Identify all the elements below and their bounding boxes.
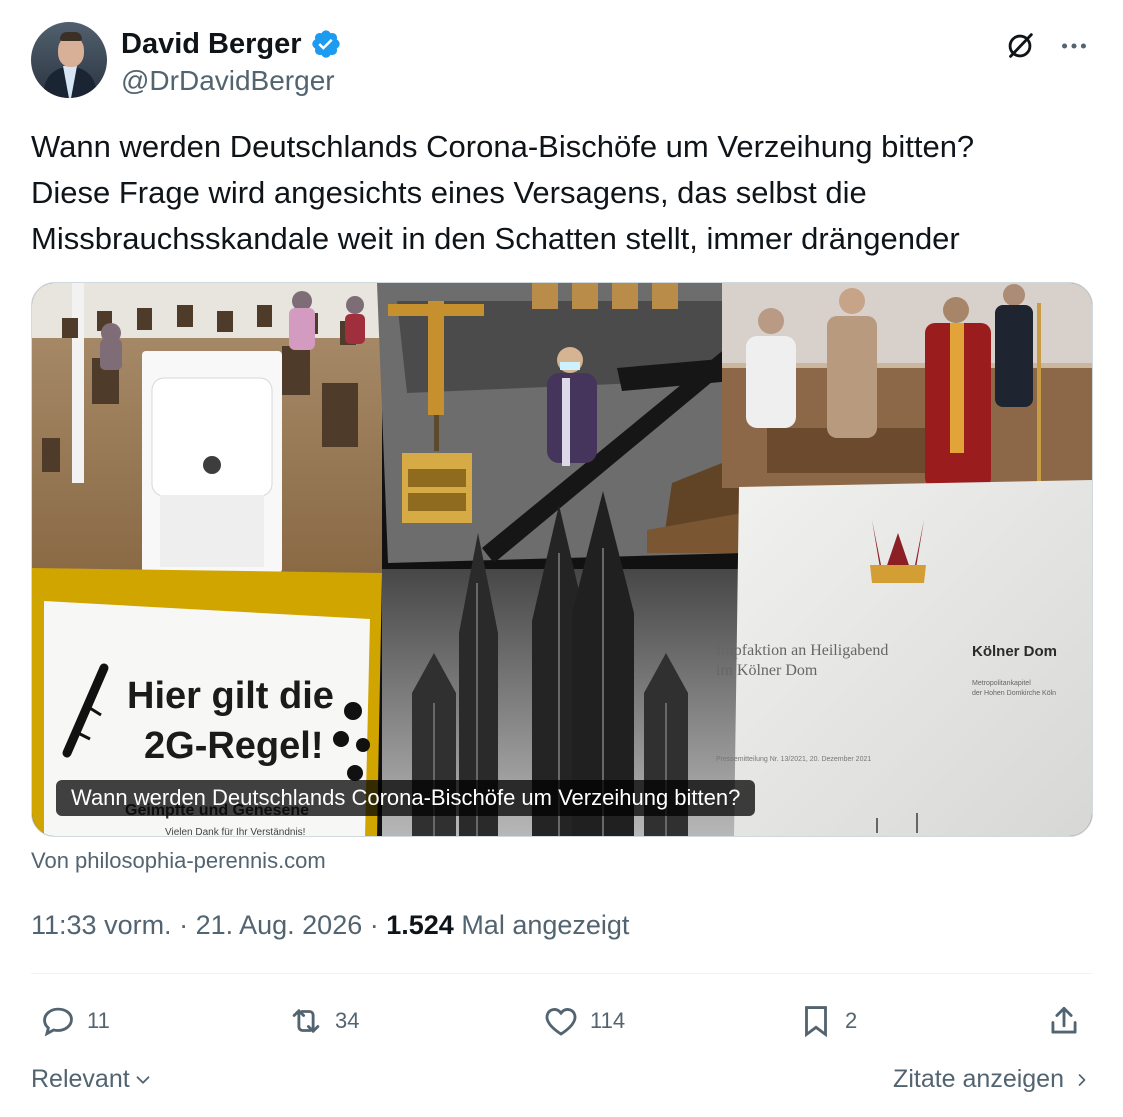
retweet-count: 34 bbox=[335, 1008, 360, 1033]
like-button[interactable]: 114 bbox=[542, 1000, 625, 1042]
grok-icon bbox=[1008, 33, 1033, 58]
retweet-button[interactable]: 34 bbox=[287, 1000, 359, 1042]
show-quotes-link[interactable]: Zitate anzeigen bbox=[893, 1065, 1092, 1094]
show-quotes-label: Zitate anzeigen bbox=[893, 1065, 1064, 1093]
reply-icon bbox=[43, 1007, 73, 1037]
top-actions bbox=[1002, 28, 1092, 64]
meta-separator-2: · bbox=[362, 910, 387, 940]
press-release-photo: Impfaktion an Heiligabend im Kölner Dom … bbox=[716, 480, 1092, 836]
card-title-overlay: Wann werden Deutschlands Corona-Bischöfe… bbox=[56, 780, 756, 816]
grok-button[interactable] bbox=[1002, 28, 1038, 64]
sign-line-1: Hier gilt die bbox=[127, 675, 334, 717]
bookmark-button[interactable]: 2 bbox=[797, 1000, 857, 1042]
press-brand: Kölner Dom bbox=[972, 643, 1057, 660]
author-name-row: David Berger bbox=[121, 28, 342, 60]
tweet-time[interactable]: 11:33 vorm. bbox=[31, 910, 172, 940]
bookmark-count: 2 bbox=[845, 1008, 858, 1033]
relevance-dropdown[interactable]: Relevant bbox=[31, 1065, 154, 1094]
sign-line-4: Vielen Dank für Ihr Verständnis! bbox=[165, 827, 305, 837]
heart-icon bbox=[545, 1008, 577, 1036]
view-label: Mal angezeigt bbox=[453, 910, 630, 940]
press-sub-1: Metropolitankapitel bbox=[972, 680, 1031, 687]
share-button[interactable] bbox=[1045, 1000, 1083, 1042]
tweet-date[interactable]: 21. Aug. 2026 bbox=[196, 910, 363, 940]
link-card[interactable]: Hier gilt die 2G-Regel! Geimpfte und Gen… bbox=[31, 282, 1093, 837]
relevance-label: Relevant bbox=[31, 1065, 130, 1093]
card-image: Hier gilt die 2G-Regel! Geimpfte und Gen… bbox=[32, 283, 1092, 837]
church-photo bbox=[722, 283, 1092, 488]
avatar[interactable] bbox=[31, 22, 107, 98]
tweet-header: David Berger @DrDavidBerger bbox=[31, 22, 1092, 100]
share-icon bbox=[1051, 1006, 1077, 1034]
verified-badge-icon[interactable] bbox=[310, 28, 342, 60]
chevron-right-icon bbox=[1078, 1073, 1086, 1086]
press-title-line-2: im Kölner Dom bbox=[716, 662, 818, 679]
divider bbox=[31, 973, 1092, 974]
more-options-button[interactable] bbox=[1056, 28, 1092, 64]
reply-button[interactable]: 11 bbox=[39, 1000, 110, 1042]
chevron-down-icon bbox=[136, 1075, 150, 1084]
view-count: 1.524 bbox=[386, 910, 454, 940]
reply-count: 11 bbox=[87, 1008, 110, 1033]
author-handle[interactable]: @DrDavidBerger bbox=[121, 66, 335, 96]
press-date: Pressemitteilung Nr. 13/2021, 20. Dezemb… bbox=[716, 756, 871, 763]
tweet-actions: 11 34 114 2 bbox=[31, 1000, 1092, 1042]
avatar-hair bbox=[60, 32, 82, 41]
bookmark-icon bbox=[805, 1006, 827, 1038]
press-sub-2: der Hohen Domkirche Köln bbox=[972, 690, 1056, 697]
author-display-name[interactable]: David Berger bbox=[121, 30, 302, 59]
tweet-meta: 11:33 vorm. · 21. Aug. 2026 · 1.524 Mal … bbox=[31, 908, 629, 942]
tweet-card: David Berger @DrDavidBerger Wann werden … bbox=[0, 0, 1123, 1117]
tweet-footer: Relevant Zitate anzeigen bbox=[31, 1061, 1092, 1097]
press-title-line-1: Impfaktion an Heiligabend bbox=[716, 642, 888, 659]
like-count: 114 bbox=[590, 1008, 626, 1033]
retweet-icon bbox=[292, 1009, 320, 1033]
more-options-icon bbox=[1062, 43, 1086, 49]
tweet-text: Wann werden Deutschlands Corona-Bischöfe… bbox=[31, 129, 975, 256]
card-source[interactable]: Von philosophia-perennis.com bbox=[31, 848, 326, 874]
vaccination-hall-photo bbox=[32, 283, 382, 573]
meta-separator-1: · bbox=[171, 910, 196, 940]
sign-line-2: 2G-Regel! bbox=[144, 725, 323, 767]
